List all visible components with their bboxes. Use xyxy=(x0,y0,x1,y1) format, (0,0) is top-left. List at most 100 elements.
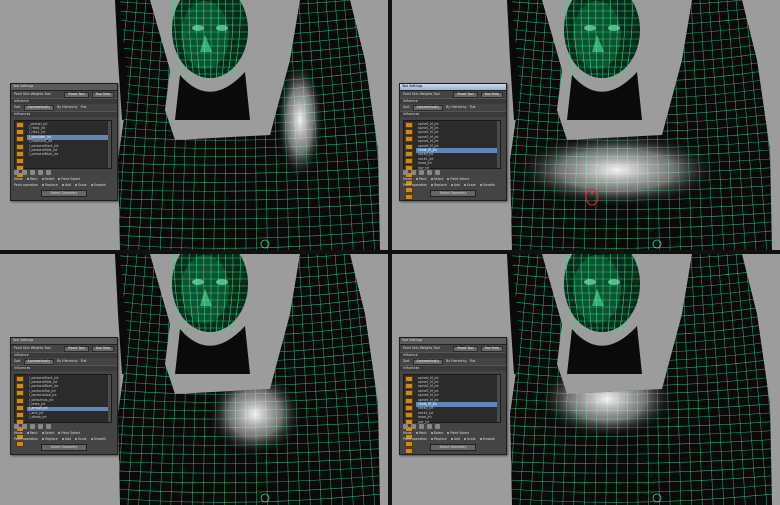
mirror-icon[interactable] xyxy=(38,169,43,175)
select-geometry-button[interactable]: Select Geometry xyxy=(41,190,87,197)
radio-dot[interactable] xyxy=(41,431,44,434)
sort-option-flat[interactable]: Flat xyxy=(470,105,476,109)
radio-dot[interactable] xyxy=(415,431,418,434)
mirror-icon[interactable] xyxy=(38,423,43,429)
panel-title-bar[interactable]: Tool Settings xyxy=(400,338,506,345)
select-geometry-button[interactable]: Select Geometry xyxy=(430,190,476,197)
viewport-bottom-right[interactable]: Tool Settings Paint Skin Weights Tool Rese… xyxy=(392,254,780,505)
flood-icon[interactable] xyxy=(419,169,424,175)
select-geometry-button[interactable]: Select Geometry xyxy=(430,444,476,451)
influence-list-item[interactable]: l_pectoralBack_jnt xyxy=(27,153,111,157)
lock-icon[interactable] xyxy=(16,129,24,136)
copy-icon[interactable] xyxy=(435,423,440,429)
viewport-top-left[interactable]: Tool Settings Paint Skin Weights Tool Rese… xyxy=(0,0,388,250)
influence-list[interactable]: spine0_M_jnt spine1_M_jnt spine2_M_jnt spin… xyxy=(403,374,501,454)
operation-option-add[interactable]: Add xyxy=(450,183,460,187)
brush-icon[interactable] xyxy=(403,169,408,175)
sort-dropdown[interactable]: Alphabetically xyxy=(23,358,55,365)
radio-dot[interactable] xyxy=(75,183,77,186)
sort-option-flat[interactable]: Flat xyxy=(81,359,87,363)
mode-option-paint_select[interactable]: Paint Select xyxy=(447,177,469,181)
mode-option-paint_select[interactable]: Paint Select xyxy=(447,431,469,435)
operation-option-replace[interactable]: Replace xyxy=(431,437,447,441)
radio-dot[interactable] xyxy=(430,431,433,434)
operation-option-replace[interactable]: Replace xyxy=(431,183,447,187)
sort-dropdown[interactable]: Alphabetically xyxy=(412,104,444,111)
tool-help-button[interactable]: Tool Help xyxy=(91,345,114,352)
sort-option-hierarchy[interactable]: By Hierarchy xyxy=(446,359,467,363)
lock-icon[interactable] xyxy=(405,143,413,150)
list-scrollbar[interactable] xyxy=(497,375,500,422)
list-scrollbar[interactable] xyxy=(108,121,111,168)
operation-option-replace[interactable]: Replace xyxy=(42,183,58,187)
lock-icon[interactable] xyxy=(405,129,413,136)
brush-icon[interactable] xyxy=(14,169,19,175)
copy-icon[interactable] xyxy=(46,169,51,175)
viewport-bottom-left[interactable]: Tool Settings Paint Skin Weights Tool Rese… xyxy=(0,254,388,505)
tool-help-button[interactable]: Tool Help xyxy=(480,345,503,352)
lock-icon[interactable] xyxy=(16,157,24,164)
lock-icon[interactable] xyxy=(16,390,24,397)
smooth-brush-icon[interactable] xyxy=(22,423,27,429)
smooth-brush-icon[interactable] xyxy=(411,423,416,429)
list-scrollbar[interactable] xyxy=(108,375,111,422)
operation-option-scale[interactable]: Scale xyxy=(464,437,476,441)
panel-title-bar[interactable]: Tool Settings xyxy=(11,338,117,345)
panel-title-bar[interactable]: Tool Settings xyxy=(11,84,117,91)
radio-dot[interactable] xyxy=(61,437,64,440)
operation-option-add[interactable]: Add xyxy=(61,437,71,441)
operation-option-smooth[interactable]: Smooth xyxy=(479,183,495,187)
lock-icon[interactable] xyxy=(16,397,24,404)
lock-icon[interactable] xyxy=(405,122,413,128)
operation-option-smooth[interactable]: Smooth xyxy=(90,437,106,441)
reset-tool-button[interactable]: Reset Tool xyxy=(453,345,478,352)
lock-icon[interactable] xyxy=(405,397,413,404)
operation-option-scale[interactable]: Scale xyxy=(75,437,87,441)
radio-dot[interactable] xyxy=(431,183,434,186)
lock-icon[interactable] xyxy=(16,136,24,143)
radio-dot[interactable] xyxy=(464,437,466,440)
sort-option-flat[interactable]: Flat xyxy=(81,105,87,109)
flood-icon[interactable] xyxy=(30,169,35,175)
tool-settings-panel[interactable]: Tool Settings Paint Skin Weights Tool Rese… xyxy=(10,337,118,455)
lock-icon[interactable] xyxy=(405,136,413,143)
lock-icon[interactable] xyxy=(16,376,24,382)
tool-settings-panel[interactable]: Tool Settings Paint Skin Weights Tool Rese… xyxy=(399,337,507,455)
mode-option-paint[interactable]: Paint xyxy=(415,177,427,181)
lock-icon[interactable] xyxy=(16,122,24,128)
lock-icon[interactable] xyxy=(16,143,24,150)
sort-option-flat[interactable]: Flat xyxy=(470,359,476,363)
radio-dot[interactable] xyxy=(61,183,64,186)
mode-option-select[interactable]: Select xyxy=(430,431,443,435)
viewport-top-right[interactable]: Tool Settings Paint Skin Weights Tool Rese… xyxy=(392,0,780,250)
mode-option-paint[interactable]: Paint xyxy=(26,177,38,181)
tool-help-button[interactable]: Tool Help xyxy=(91,91,114,98)
operation-option-scale[interactable]: Scale xyxy=(75,183,87,187)
radio-dot[interactable] xyxy=(42,183,45,186)
sort-dropdown[interactable]: Alphabetically xyxy=(23,104,55,111)
lock-icon[interactable] xyxy=(405,404,413,411)
operation-option-smooth[interactable]: Smooth xyxy=(479,437,495,441)
influences-section-header[interactable]: Influences xyxy=(400,111,506,117)
influences-section-header[interactable]: Influences xyxy=(11,365,117,371)
flood-icon[interactable] xyxy=(30,423,35,429)
radio-dot[interactable] xyxy=(430,177,433,180)
radio-dot[interactable] xyxy=(26,177,29,180)
influence-list[interactable]: l_pectoralFront_jnt l_pectoralSide_jnt l_p… xyxy=(14,374,112,447)
lock-icon[interactable] xyxy=(405,376,413,382)
lock-icon[interactable] xyxy=(16,404,24,411)
radio-dot[interactable] xyxy=(479,183,482,186)
brush-icon[interactable] xyxy=(403,423,408,429)
radio-dot[interactable] xyxy=(450,437,453,440)
radio-dot[interactable] xyxy=(415,177,418,180)
radio-dot[interactable] xyxy=(90,437,93,440)
lock-icon[interactable] xyxy=(405,411,413,418)
operation-option-scale[interactable]: Scale xyxy=(464,183,476,187)
sort-dropdown[interactable]: Alphabetically xyxy=(412,358,444,365)
mode-option-select[interactable]: Select xyxy=(41,177,54,181)
mode-option-paint_select[interactable]: Paint Select xyxy=(58,431,80,435)
reset-tool-button[interactable]: Reset Tool xyxy=(64,91,89,98)
radio-dot[interactable] xyxy=(41,177,44,180)
select-geometry-button[interactable]: Select Geometry xyxy=(41,444,87,451)
influence-list-item[interactable]: l_elbow_jnt xyxy=(27,415,111,420)
